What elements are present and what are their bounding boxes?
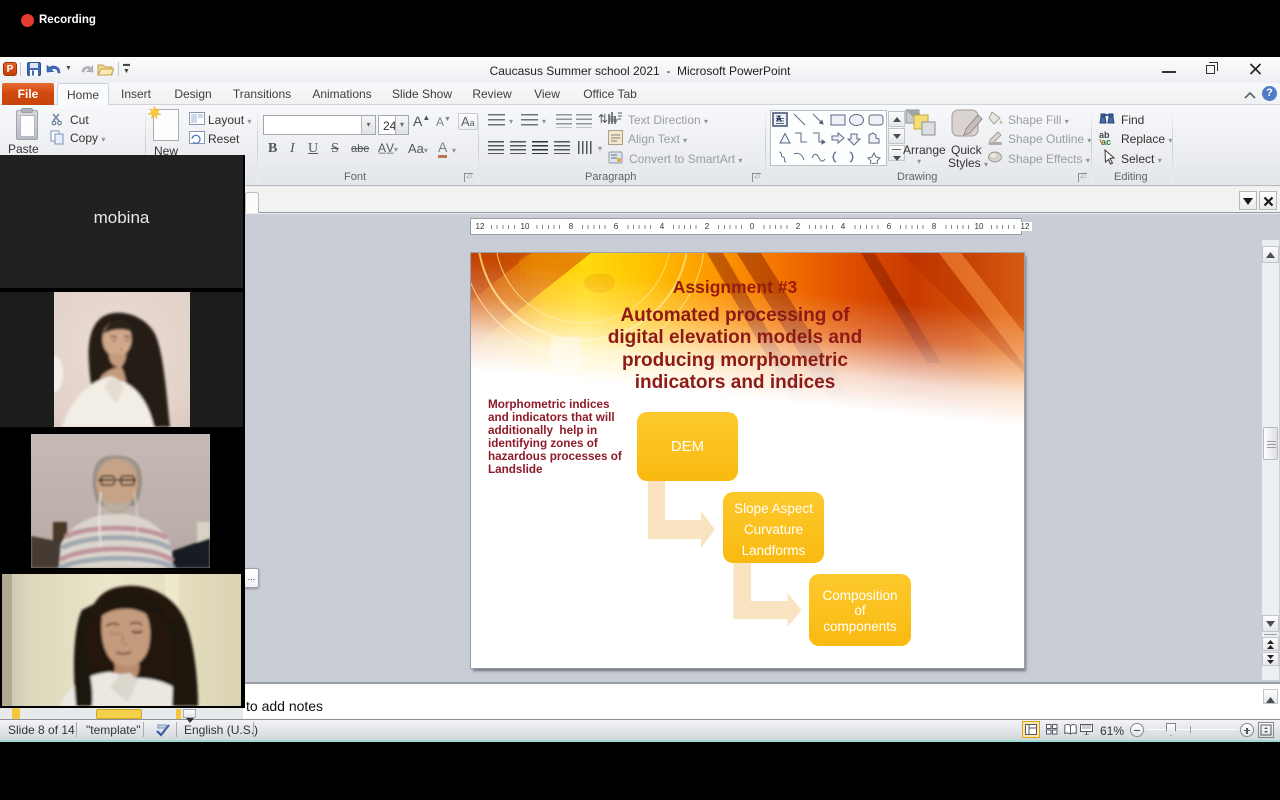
svg-text:A: A	[776, 115, 782, 124]
svg-text:ac: ac	[1101, 137, 1111, 146]
